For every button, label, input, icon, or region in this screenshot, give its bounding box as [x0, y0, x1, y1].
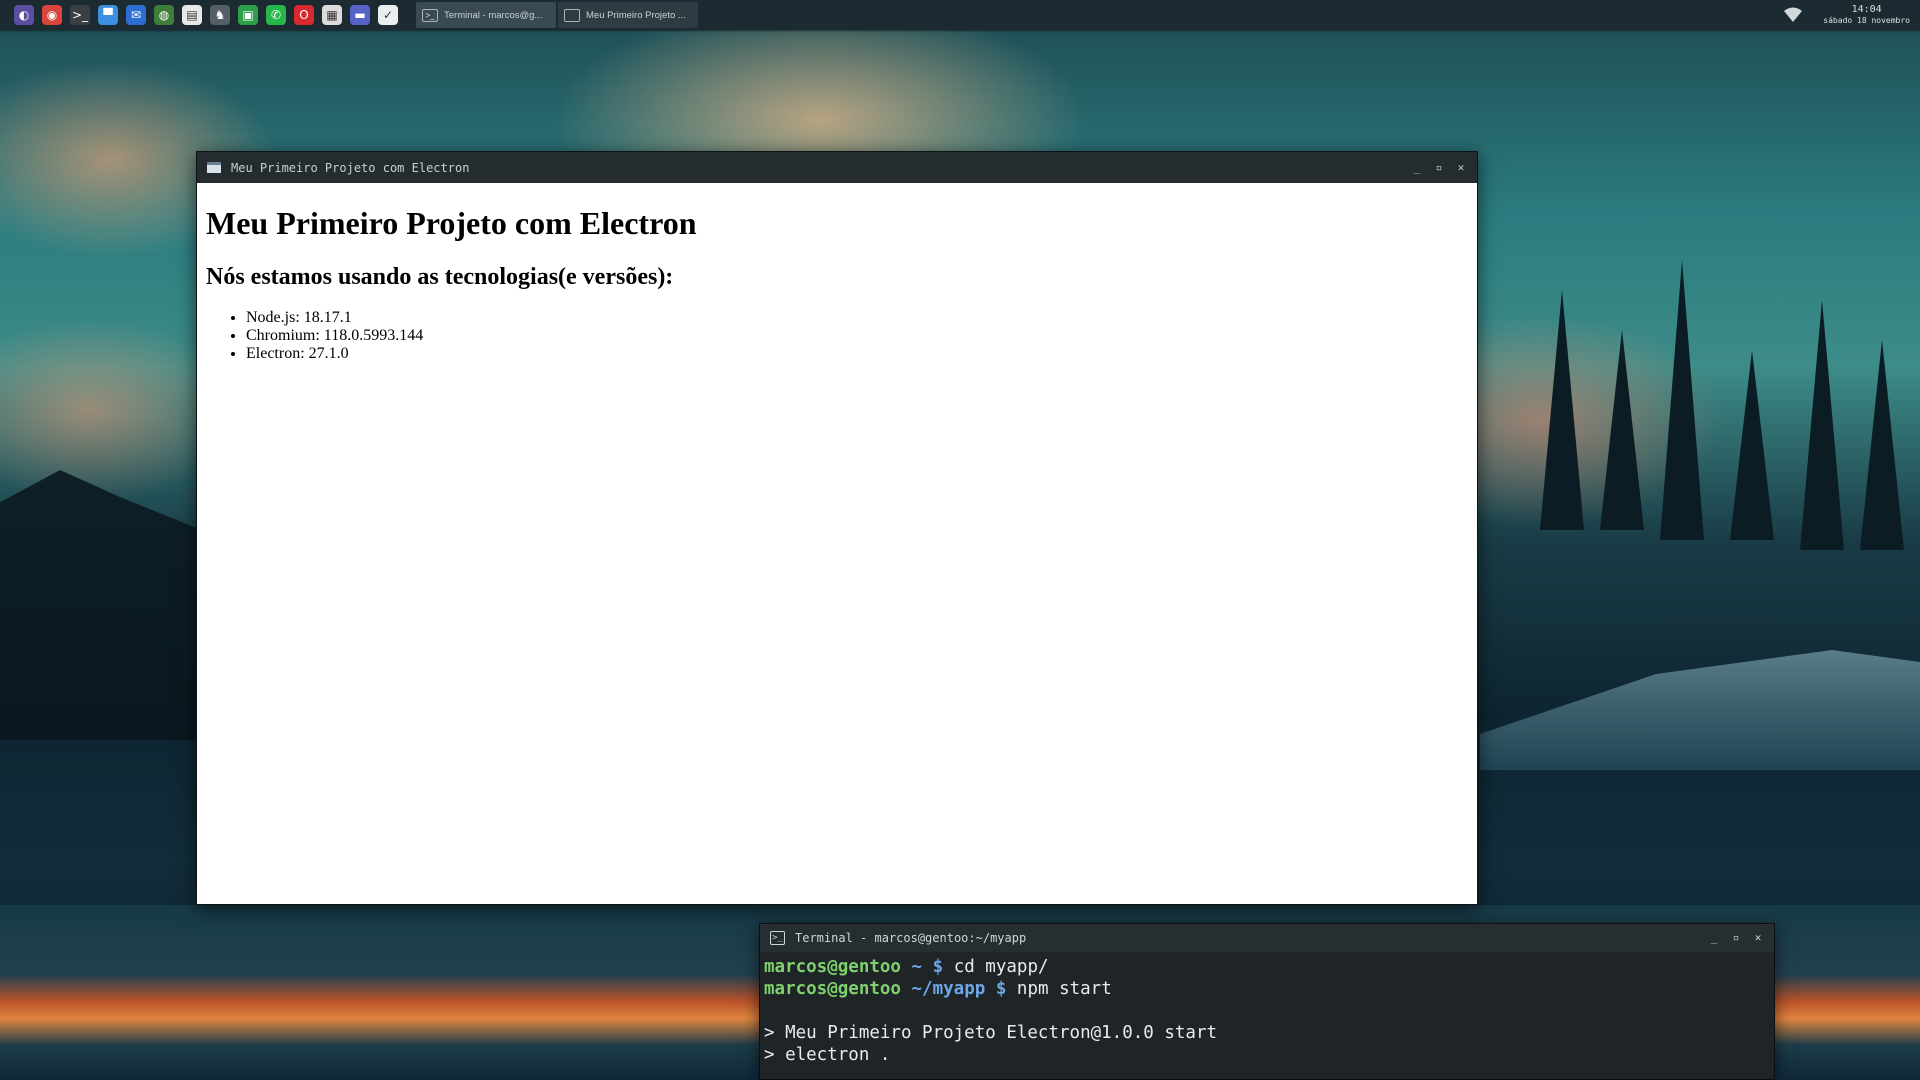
- wallpaper-forest: [0, 470, 200, 740]
- wallpaper-tree: [1600, 330, 1644, 530]
- firefox-icon[interactable]: ◍: [154, 5, 174, 25]
- clock-date: sábado 18 novembro: [1823, 16, 1910, 25]
- launcher-bar: ◐ ◉ >_ ▀ ✉ ◍ ▤ ♞ ▣ ✆ O ▦ ▬ ✓: [14, 5, 398, 25]
- wallpaper-tree: [1730, 350, 1774, 540]
- terminal-window: >_ Terminal - marcos@gentoo:~/myapp _ ▫ …: [759, 923, 1775, 1080]
- prompt-symbol: $: [932, 957, 944, 977]
- wifi-icon[interactable]: [1783, 7, 1803, 23]
- window-icon: [564, 8, 580, 22]
- clock-time: 14:04: [1851, 4, 1882, 15]
- command-text: cd myapp/: [953, 957, 1049, 977]
- prompt-user: marcos@gentoo: [764, 957, 901, 977]
- terminal-line: marcos@gentoo ~ $ cd myapp/: [764, 956, 1770, 978]
- wallpaper-tree: [1540, 290, 1584, 530]
- maximize-button[interactable]: ▫: [1433, 161, 1445, 174]
- terminal-output[interactable]: marcos@gentoo ~ $ cd myapp/marcos@gentoo…: [760, 952, 1774, 1070]
- maximize-button[interactable]: ▫: [1730, 932, 1742, 944]
- task-label: Meu Primeiro Projeto ...: [586, 9, 686, 21]
- wallpaper-tree: [1860, 340, 1904, 550]
- page-title: Meu Primeiro Projeto com Electron: [206, 205, 697, 241]
- system-tray: 14:04 sábado 18 novembro: [1783, 0, 1910, 30]
- app-titlebar[interactable]: Meu Primeiro Projeto com Electron _ ▫ ✕: [197, 152, 1477, 183]
- task-label: Terminal - marcos@g...: [444, 9, 543, 21]
- opera-icon[interactable]: O: [294, 5, 314, 25]
- terminal-line: > Meu Primeiro Projeto Electron@1.0.0 st…: [764, 1023, 1218, 1043]
- terminal-icon: >_: [422, 8, 438, 22]
- task-terminal[interactable]: >_ Terminal - marcos@g...: [416, 2, 556, 28]
- task-list: >_ Terminal - marcos@g... Meu Primeiro P…: [416, 2, 698, 28]
- clock[interactable]: 14:04 sábado 18 novembro: [1823, 4, 1910, 26]
- minimize-button[interactable]: _: [1708, 932, 1720, 944]
- media-icon[interactable]: ▬: [350, 5, 370, 25]
- prompt-path: ~: [911, 957, 923, 977]
- electron-app-window: Meu Primeiro Projeto com Electron _ ▫ ✕ …: [196, 151, 1478, 905]
- terminal-line: > electron .: [764, 1045, 891, 1065]
- terminal-icon: >_: [770, 931, 785, 945]
- prompt-user: marcos@gentoo: [764, 979, 901, 999]
- game-icon[interactable]: ♞: [210, 5, 230, 25]
- thunderbird-icon[interactable]: ✉: [126, 5, 146, 25]
- terminal-line: marcos@gentoo ~/myapp $ npm start: [764, 978, 1770, 1000]
- versions-list: Node.js: 18.17.1 Chromium: 118.0.5993.14…: [246, 309, 1468, 363]
- page-subtitle: Nós estamos usando as tecnologias(e vers…: [206, 264, 674, 290]
- close-button[interactable]: ✕: [1455, 161, 1467, 174]
- terminal-launcher-icon[interactable]: >_: [70, 5, 90, 25]
- terminal-titlebar[interactable]: >_ Terminal - marcos@gentoo:~/myapp _ ▫ …: [760, 924, 1774, 952]
- app-window-title: Meu Primeiro Projeto com Electron: [231, 160, 470, 175]
- chrome-icon[interactable]: ◉: [42, 5, 62, 25]
- version-item-electron: Electron: 27.1.0: [246, 345, 1468, 363]
- close-button[interactable]: ✕: [1752, 932, 1764, 944]
- version-item-chromium: Chromium: 118.0.5993.144: [246, 327, 1468, 345]
- app-content: Meu Primeiro Projeto com Electron Nós es…: [197, 183, 1477, 371]
- task-electron-app[interactable]: Meu Primeiro Projeto ...: [558, 2, 698, 28]
- version-item-node: Node.js: 18.17.1: [246, 309, 1468, 327]
- wallpaper-tree: [1800, 300, 1844, 550]
- code-editor-icon[interactable]: ▣: [238, 5, 258, 25]
- wallpaper-tree: [1660, 260, 1704, 540]
- pocket-icon[interactable]: ✓: [378, 5, 398, 25]
- minimize-button[interactable]: _: [1411, 161, 1423, 174]
- prompt-symbol: $: [995, 979, 1007, 999]
- window-icon: [207, 162, 221, 173]
- gentoo-launcher-icon[interactable]: ◐: [14, 5, 34, 25]
- document-icon[interactable]: ▤: [182, 5, 202, 25]
- prompt-path: ~/myapp: [911, 979, 986, 999]
- notes-icon[interactable]: ▦: [322, 5, 342, 25]
- whatsapp-icon[interactable]: ✆: [266, 5, 286, 25]
- taskbar: ◐ ◉ >_ ▀ ✉ ◍ ▤ ♞ ▣ ✆ O ▦ ▬ ✓ >_ Terminal - marcos@g..…: [0, 0, 1920, 30]
- wallpaper-snow: [1480, 650, 1920, 770]
- command-text: npm start: [1016, 979, 1112, 999]
- folder-icon[interactable]: ▀: [98, 5, 118, 25]
- terminal-window-title: Terminal - marcos@gentoo:~/myapp: [795, 931, 1027, 945]
